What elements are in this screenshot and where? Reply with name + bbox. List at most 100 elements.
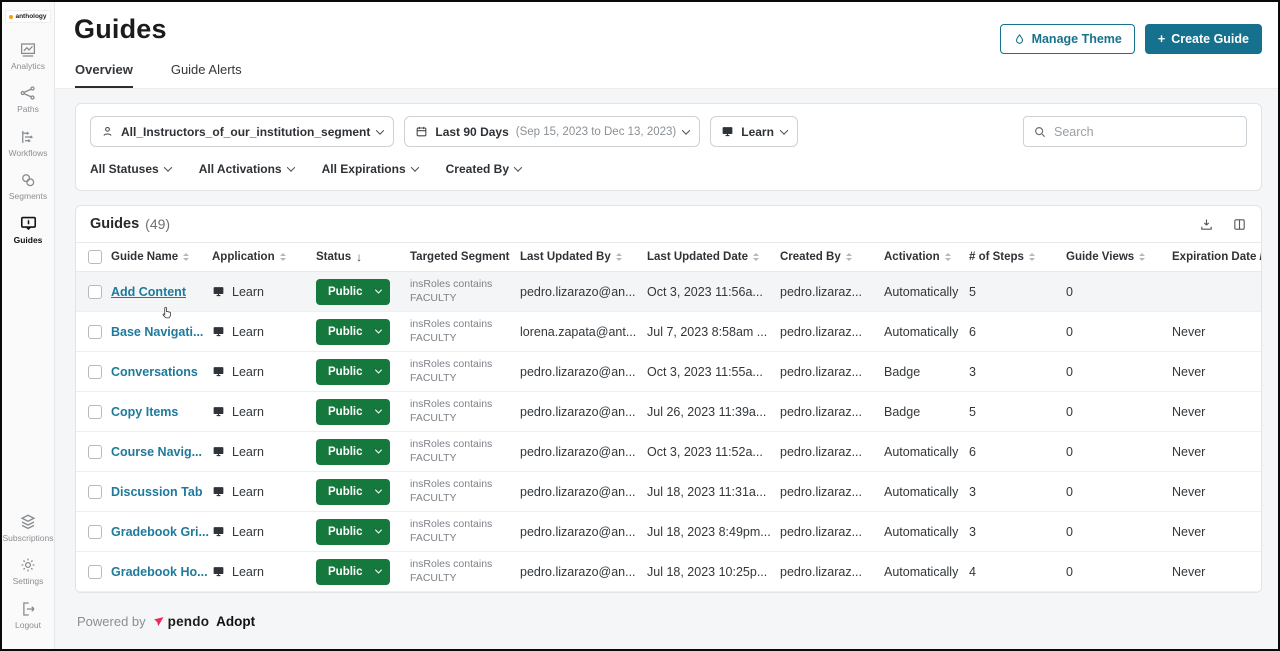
last-updated-by: lorena.zapata@ant... [520,325,647,339]
steps-count: 3 [969,525,1066,539]
status-dropdown[interactable]: Public [316,279,390,305]
segment-filter[interactable]: All_Instructors_of_our_institution_segme… [90,116,394,147]
monitor-icon [212,285,225,298]
table-row[interactable]: Gradebook Gri... Learn Public insRoles c… [76,512,1261,552]
guide-name-link[interactable]: Gradebook Ho... [111,565,208,579]
status-dropdown[interactable]: Public [316,519,390,545]
table-row[interactable]: Add Content Learn Public insRoles contai… [76,272,1261,312]
row-checkbox[interactable] [88,525,102,539]
column-header-last-updated-date[interactable]: Last Updated Date [647,251,780,263]
sidebar-item-segments[interactable]: Segments [4,171,52,201]
column-header-application[interactable]: Application [212,251,316,263]
sort-icon [280,253,286,261]
status-dropdown[interactable]: Public [316,359,390,385]
search-container [1023,116,1247,147]
guide-views-count: 0 [1066,325,1172,339]
status-dropdown[interactable]: Public [316,479,390,505]
pendo-arrow-icon [153,616,165,628]
column-header-last-updated-by[interactable]: Last Updated By [520,251,647,263]
table-row[interactable]: Discussion Tab Learn Public insRoles con… [76,472,1261,512]
steps-count: 3 [969,485,1066,499]
manage-theme-button[interactable]: Manage Theme [1000,24,1135,54]
monitor-icon [212,325,225,338]
column-header-expiration-date[interactable]: Expiration Date / T [1172,251,1261,263]
create-guide-button[interactable]: + Create Guide [1145,24,1262,54]
guide-name-link[interactable]: Conversations [111,365,198,379]
person-icon [101,125,114,138]
expiration-cell: Never [1172,405,1261,419]
last-updated-by: pedro.lizarazo@an... [520,445,647,459]
guide-views-count: 0 [1066,525,1172,539]
sidebar-item-settings[interactable]: Settings [4,556,52,586]
table-row[interactable]: Course Navig... Learn Public insRoles co… [76,432,1261,472]
sidebar-item-subscriptions[interactable]: Subscriptions [4,513,52,543]
row-checkbox[interactable] [88,285,102,299]
tab-guide-alerts[interactable]: Guide Alerts [171,62,242,88]
chevron-down-icon [375,487,382,494]
column-header-targeted-segment[interactable]: Targeted Segment [410,251,520,263]
expiration-value: Never [1172,485,1205,499]
workflows-icon [19,128,37,146]
last-updated-by: pedro.lizarazo@an... [520,565,647,579]
sidebar-item-logout[interactable]: Logout [4,600,52,630]
tab-overview[interactable]: Overview [75,62,133,88]
manage-columns-icon[interactable] [1232,217,1247,232]
status-dropdown[interactable]: Public [316,559,390,585]
guide-name-link[interactable]: Copy Items [111,405,178,419]
expiration-value: Never [1172,565,1205,579]
chevron-down-icon [163,163,171,171]
column-header-guide-name[interactable]: Guide Name [111,251,212,263]
expiration-cell: Never [1172,485,1261,499]
column-header-steps[interactable]: # of Steps [969,251,1066,263]
table-row[interactable]: Gradebook Ho... Learn Public insRoles co… [76,552,1261,592]
date-range-filter[interactable]: Last 90 Days (Sep 15, 2023 to Dec 13, 20… [404,116,700,147]
guide-name-link[interactable]: Base Navigati... [111,325,203,339]
status-dropdown[interactable]: Public [316,439,390,465]
last-updated-date: Oct 3, 2023 11:55a... [647,365,780,379]
monitor-icon [212,565,225,578]
anthology-logo: anthology [5,10,50,23]
column-header-guide-views[interactable]: Guide Views [1066,251,1172,263]
guide-name-link[interactable]: Course Navig... [111,445,202,459]
row-checkbox[interactable] [88,405,102,419]
row-checkbox[interactable] [88,565,102,579]
sidebar-item-paths[interactable]: Paths [4,84,52,114]
column-header-activation[interactable]: Activation [884,251,969,263]
table-row[interactable]: Copy Items Learn Public insRoles contain… [76,392,1261,432]
last-updated-date: Jul 7, 2023 8:58am ... [647,325,780,339]
last-updated-date: Oct 3, 2023 11:52a... [647,445,780,459]
sort-icon [753,253,759,261]
column-header-created-by[interactable]: Created By [780,251,884,263]
select-all-checkbox[interactable] [88,250,102,264]
row-checkbox[interactable] [88,445,102,459]
sort-icon [846,253,852,261]
sidebar-item-guides[interactable]: Guides [4,214,52,245]
status-dropdown[interactable]: Public [316,319,390,345]
chevron-down-icon [682,126,690,134]
guide-name-link[interactable]: Add Content [111,285,186,299]
row-checkbox[interactable] [88,325,102,339]
guide-name-link[interactable]: Gradebook Gri... [111,525,209,539]
row-checkbox[interactable] [88,365,102,379]
targeted-segment: insRoles containsFACULTY [410,278,520,305]
sidebar-item-workflows[interactable]: Workflows [4,128,52,158]
status-filter[interactable]: All Statuses [90,162,171,176]
sidebar-item-analytics[interactable]: Analytics [4,41,52,71]
created-by: pedro.lizaraz... [780,405,884,419]
guide-name-link[interactable]: Discussion Tab [111,485,202,499]
column-header-status[interactable]: Status↓ [316,250,410,264]
search-input[interactable] [1054,125,1237,139]
created-by-filter[interactable]: Created By [446,162,521,176]
download-icon[interactable] [1199,217,1214,232]
table-row[interactable]: Base Navigati... Learn Public insRoles c… [76,312,1261,352]
guides-icon [19,214,38,233]
expiration-filter[interactable]: All Expirations [322,162,418,176]
status-dropdown[interactable]: Public [316,399,390,425]
app-filter[interactable]: Learn [710,116,798,147]
last-updated-by: pedro.lizarazo@an... [520,285,647,299]
expiration-value: Never [1172,405,1205,419]
table-row[interactable]: Conversations Learn Public insRoles cont… [76,352,1261,392]
row-checkbox[interactable] [88,485,102,499]
expiration-value: Never [1172,365,1205,379]
activation-filter[interactable]: All Activations [199,162,294,176]
